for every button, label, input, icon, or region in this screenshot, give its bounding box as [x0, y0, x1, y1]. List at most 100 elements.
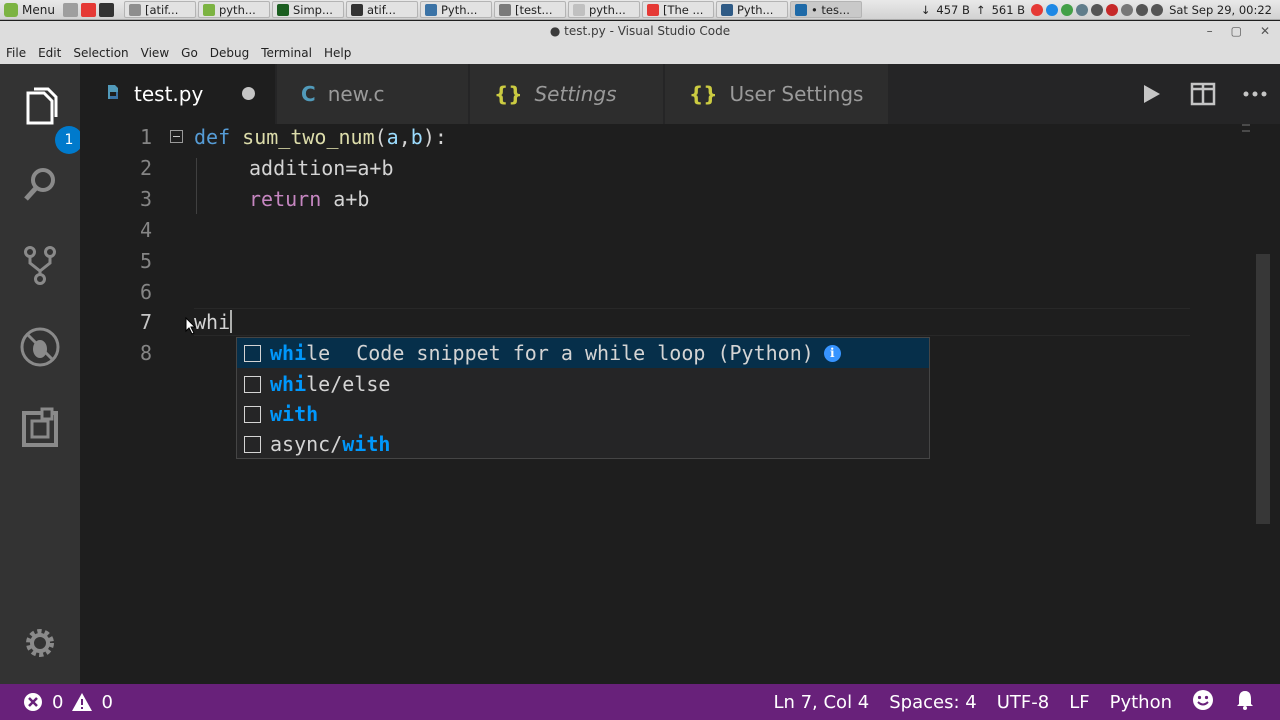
- terminal-launcher-icon[interactable]: [98, 2, 114, 17]
- menu-file[interactable]: File: [0, 46, 32, 60]
- window-icon: [424, 3, 437, 16]
- suggestion-while-else[interactable]: whi le/else: [237, 369, 929, 399]
- os-task-1[interactable]: [atif...: [123, 1, 196, 18]
- fold-toggle-icon[interactable]: [170, 130, 183, 143]
- match-highlight: with: [270, 402, 319, 426]
- volume-icon[interactable]: [1136, 3, 1149, 16]
- battery-icon[interactable]: [1151, 3, 1164, 16]
- os-task-9[interactable]: Pyth...: [715, 1, 788, 18]
- menu-view[interactable]: View: [135, 46, 175, 60]
- end-of-line[interactable]: LF: [1059, 692, 1099, 713]
- tray-app-icon[interactable]: [1031, 3, 1044, 16]
- manage-button[interactable]: [15, 618, 65, 668]
- chrome-tray-icon[interactable]: [1061, 3, 1074, 16]
- line-number: 1: [139, 125, 152, 149]
- more-actions-icon[interactable]: [1240, 79, 1270, 109]
- os-task-2[interactable]: pyth...: [197, 1, 270, 18]
- unsaved-dot-icon[interactable]: [242, 87, 255, 100]
- microphone-icon[interactable]: [1121, 3, 1134, 16]
- typed-text: whi: [194, 310, 231, 334]
- os-task-label: [atif...: [144, 2, 179, 17]
- explorer-button[interactable]: 1: [15, 82, 83, 154]
- menu-terminal[interactable]: Terminal: [255, 46, 318, 60]
- network-icon[interactable]: [1091, 3, 1104, 16]
- warning-icon: [72, 693, 93, 711]
- split-editor-icon[interactable]: [1188, 79, 1218, 109]
- tab-settings[interactable]: {} Settings: [470, 64, 664, 124]
- indent-guide: [196, 158, 197, 214]
- os-task-4[interactable]: atif...: [345, 1, 418, 18]
- run-icon[interactable]: [1136, 79, 1166, 109]
- window-controls: – ▢ ✕: [1207, 21, 1270, 42]
- tab-new-c[interactable]: C new.c: [277, 64, 469, 124]
- os-task-3[interactable]: Simp...: [271, 1, 344, 18]
- python-icon: [104, 82, 122, 106]
- menu-edit[interactable]: Edit: [32, 46, 67, 60]
- os-task-label: atif...: [366, 2, 396, 17]
- notifications-button[interactable]: [1224, 689, 1266, 716]
- search-icon: [24, 168, 55, 201]
- chrome-launcher-icon[interactable]: [80, 2, 96, 17]
- os-task-10[interactable]: • tes...: [789, 1, 862, 18]
- os-task-label: Pyth...: [440, 2, 478, 17]
- suggestion-rest: le/else: [306, 372, 391, 396]
- net-up-icon: ↑: [975, 2, 986, 17]
- os-menu-button[interactable]: Menu: [0, 2, 63, 17]
- os-task-8[interactable]: [The ...: [641, 1, 714, 18]
- tab-label: test.py: [134, 82, 204, 106]
- tray-app-icon[interactable]: [1076, 3, 1089, 16]
- function-name: sum_two_num: [242, 125, 375, 149]
- os-menu-label: Menu: [22, 2, 55, 17]
- window-icon: [720, 3, 733, 16]
- vertical-scrollbar[interactable]: [1256, 254, 1270, 524]
- info-icon[interactable]: i: [823, 344, 841, 362]
- menu-selection[interactable]: Selection: [67, 46, 134, 60]
- clock[interactable]: Sat Sep 29, 00:22: [1169, 3, 1272, 17]
- indentation[interactable]: Spaces: 4: [879, 692, 986, 713]
- overview-ruler-mark: [1242, 130, 1250, 132]
- os-task-list: [atif... pyth... Simp... atif... Pyth...…: [123, 1, 917, 18]
- feedback-button[interactable]: [1182, 689, 1224, 716]
- line-number: 5: [139, 249, 152, 273]
- minimize-button[interactable]: –: [1207, 21, 1213, 42]
- editor-tab-bar: test.py C new.c {} Settings {} User Sett…: [80, 64, 1280, 124]
- os-taskbar: Menu [atif... pyth... Simp... atif... Py…: [0, 0, 1280, 20]
- line-number: 6: [139, 280, 152, 304]
- suggestion-while[interactable]: whi le Code snippet for a while loop (Pyth…: [237, 338, 929, 368]
- show-desktop-icon[interactable]: [62, 2, 78, 17]
- tab-test-py[interactable]: test.py: [80, 64, 276, 124]
- language-mode[interactable]: Python: [1100, 692, 1182, 713]
- problems-indicator[interactable]: 0 0: [0, 691, 113, 713]
- debug-button[interactable]: [15, 322, 65, 372]
- tray-icons: [1031, 3, 1164, 16]
- cursor-position[interactable]: Ln 7, Col 4: [763, 692, 879, 713]
- suggestion-prefix: async/: [270, 432, 343, 456]
- os-task-label: [The ...: [662, 2, 704, 17]
- warning-count: 0: [101, 691, 113, 713]
- source-control-button[interactable]: [15, 240, 65, 290]
- bluetooth-icon[interactable]: [1046, 3, 1059, 16]
- window-titlebar: ● test.py - Visual Studio Code – ▢ ✕: [0, 21, 1280, 42]
- os-task-label: Simp...: [292, 2, 333, 17]
- menu-help[interactable]: Help: [318, 46, 357, 60]
- extensions-button[interactable]: [15, 404, 65, 454]
- menu-bar: File Edit Selection View Go Debug Termin…: [0, 42, 1280, 64]
- menu-go[interactable]: Go: [175, 46, 204, 60]
- files-icon: [26, 87, 58, 125]
- os-task-6[interactable]: [test...: [493, 1, 566, 18]
- menu-debug[interactable]: Debug: [204, 46, 255, 60]
- os-task-5[interactable]: Pyth...: [419, 1, 492, 18]
- suggestion-async-with[interactable]: async/w i th: [237, 429, 929, 459]
- maximize-button[interactable]: ▢: [1231, 21, 1242, 42]
- record-icon[interactable]: [1106, 3, 1119, 16]
- tab-user-settings[interactable]: {} User Settings: [665, 64, 889, 124]
- os-task-7[interactable]: pyth...: [567, 1, 640, 18]
- json-braces-icon: {}: [494, 82, 523, 106]
- tab-label: User Settings: [729, 82, 864, 106]
- suggestion-with[interactable]: with: [237, 399, 929, 429]
- encoding[interactable]: UTF-8: [987, 692, 1059, 713]
- match-highlight: whi: [270, 341, 307, 365]
- search-button[interactable]: [15, 160, 65, 210]
- close-window-button[interactable]: ✕: [1260, 21, 1270, 42]
- current-line-highlight: [194, 308, 1190, 336]
